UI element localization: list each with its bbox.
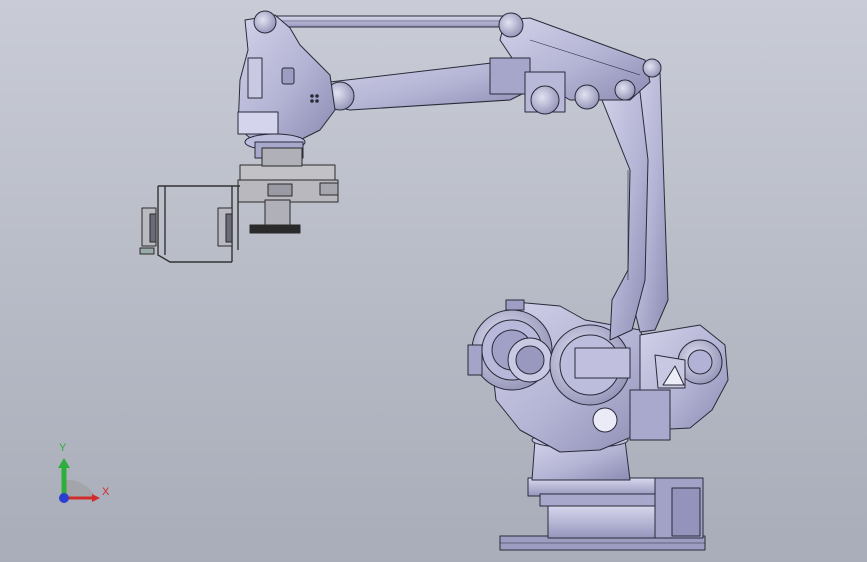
gripper-head <box>237 147 339 234</box>
gripper-fingers <box>139 207 233 255</box>
upper-arm <box>325 57 566 115</box>
triad-x-label: X <box>102 486 110 498</box>
cad-viewport[interactable]: Y X <box>0 0 867 562</box>
robot-base <box>499 477 706 551</box>
counterweight-housing <box>629 324 729 441</box>
top-tie-rod <box>267 15 509 28</box>
coordinate-triad-icon <box>58 458 100 503</box>
triad-y-label: Y <box>59 442 67 454</box>
wrist-housing <box>237 10 336 159</box>
robot-model-scene[interactable] <box>0 0 867 562</box>
